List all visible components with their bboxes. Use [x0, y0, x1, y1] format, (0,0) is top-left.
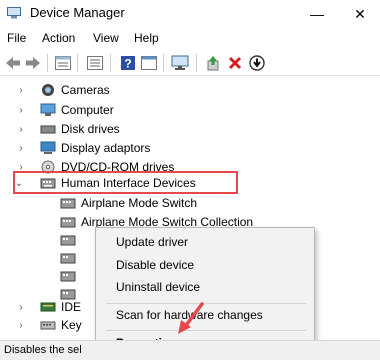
- toolbar-separator: [47, 54, 48, 72]
- hid-device-icon: [60, 269, 76, 283]
- chevron-right-icon[interactable]: ›: [16, 124, 26, 135]
- title-bar: Device Manager — ✕: [0, 0, 380, 28]
- help-icon[interactable]: ?: [119, 54, 137, 72]
- display-adapter-icon: [40, 141, 56, 155]
- chevron-right-icon[interactable]: ›: [16, 85, 26, 96]
- forward-arrow-icon[interactable]: [24, 54, 42, 72]
- monitor-icon[interactable]: [171, 54, 189, 72]
- toolbar-separator: [110, 54, 111, 72]
- chevron-right-icon[interactable]: ›: [16, 320, 26, 331]
- status-text: Disables the sel: [4, 344, 82, 356]
- computer-icon: [40, 103, 56, 117]
- tree-item-label: Disk drives: [61, 122, 120, 136]
- tree-child-hidden[interactable]: [60, 248, 81, 268]
- disk-drive-icon: [40, 122, 56, 136]
- tree-item-label: IDE: [61, 300, 82, 314]
- window-title: Device Manager: [30, 5, 125, 20]
- highlight-box: [13, 171, 238, 194]
- tree-child-airplane-mode-switch[interactable]: Airplane Mode Switch: [60, 193, 197, 213]
- menu-file[interactable]: File: [7, 31, 26, 45]
- svg-text:?: ?: [124, 57, 131, 71]
- update-driver-icon[interactable]: [204, 54, 222, 72]
- chevron-right-icon[interactable]: ›: [16, 302, 26, 313]
- device-manager-app-icon: [7, 7, 21, 19]
- toolbar-separator: [163, 54, 164, 72]
- properties-view-icon[interactable]: [54, 54, 72, 72]
- toolbar-separator: [77, 54, 78, 72]
- tree-item-cameras[interactable]: › Cameras: [19, 80, 110, 100]
- tree-child-hidden[interactable]: [60, 230, 81, 250]
- status-bar: Disables the sel: [0, 340, 380, 360]
- hid-device-icon: [60, 215, 76, 229]
- menu-help[interactable]: Help: [134, 31, 159, 45]
- hid-device-icon: [60, 196, 76, 210]
- uninstall-x-icon[interactable]: [226, 54, 244, 72]
- tree-child-hidden[interactable]: [60, 266, 81, 286]
- update-driver-menu-item[interactable]: Update driver: [97, 231, 313, 253]
- disable-device-menu-item[interactable]: Disable device: [97, 254, 313, 276]
- hid-device-icon: [60, 251, 76, 265]
- disable-down-icon[interactable]: [248, 54, 266, 72]
- hid-device-icon: [60, 233, 76, 247]
- menu-action[interactable]: Action: [42, 31, 75, 45]
- ide-icon: [40, 300, 56, 314]
- uninstall-device-menu-item[interactable]: Uninstall device: [97, 276, 313, 298]
- menu-view[interactable]: View: [93, 31, 119, 45]
- window-icon[interactable]: [140, 54, 158, 72]
- tree-item-display-adaptors[interactable]: › Display adaptors: [19, 138, 151, 158]
- tree-item-label: Display adaptors: [61, 141, 151, 155]
- menu-bar: File Action View Help: [0, 28, 380, 50]
- context-menu: Update driver Disable device Uninstall d…: [95, 227, 315, 358]
- chevron-right-icon[interactable]: ›: [16, 105, 26, 116]
- tree-item-computer[interactable]: › Computer: [19, 100, 114, 120]
- tree-item-ide[interactable]: › IDE: [19, 297, 82, 317]
- back-arrow-icon[interactable]: [4, 54, 22, 72]
- keyboard-icon: [40, 318, 56, 332]
- chevron-right-icon[interactable]: ›: [16, 143, 26, 154]
- tree-item-label: Airplane Mode Switch: [81, 196, 198, 210]
- close-button[interactable]: ✕: [345, 0, 375, 28]
- tree-item-keyboards[interactable]: › Key: [19, 315, 82, 335]
- camera-icon: [40, 83, 56, 97]
- tree-item-disk-drives[interactable]: › Disk drives: [19, 119, 120, 139]
- minimize-button[interactable]: —: [302, 0, 332, 28]
- tree-item-label: Cameras: [61, 83, 110, 97]
- toolbar-separator: [196, 54, 197, 72]
- panel-icon[interactable]: [86, 54, 104, 72]
- red-arrow-annotation: [178, 302, 204, 334]
- tree-item-label: Computer: [61, 103, 114, 117]
- toolbar: ?: [0, 50, 380, 76]
- tree-item-label: Key: [61, 318, 82, 332]
